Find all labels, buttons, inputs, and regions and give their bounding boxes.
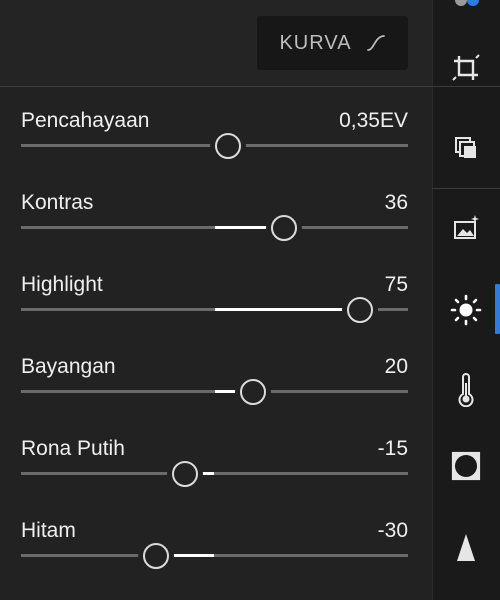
slider-row: Rona Putih -15	[0, 436, 432, 518]
slider-value: 75	[384, 273, 408, 296]
slider-label: Rona Putih	[21, 437, 125, 460]
detail-icon[interactable]	[448, 530, 484, 566]
panel-header: KURVA	[0, 0, 432, 86]
slider-value: 36	[384, 191, 408, 214]
curve-button[interactable]: KURVA	[257, 16, 408, 70]
toolbar-divider	[432, 188, 500, 189]
slider-value: -30	[377, 519, 408, 542]
light-adjustments-panel: KURVA Pencahayaan 0,35EV Kontras 36 Highligh…	[0, 0, 432, 600]
slider-track[interactable]	[21, 297, 408, 323]
slider-track[interactable]	[21, 379, 408, 405]
slider-row: Pencahayaan 0,35EV	[0, 108, 432, 190]
slider-thumb[interactable]	[271, 215, 298, 241]
curve-button-label: KURVA	[279, 31, 352, 54]
curve-icon	[366, 35, 385, 51]
slider-value: 0,35EV	[339, 109, 408, 132]
slider-track[interactable]	[21, 215, 408, 241]
toolbar-divider	[432, 86, 500, 87]
active-tool-indicator	[495, 284, 500, 334]
presets-icon[interactable]	[448, 0, 484, 18]
vignette-icon[interactable]	[448, 448, 484, 484]
slider-fill	[214, 308, 360, 311]
editor-root: KURVA Pencahayaan 0,35EV Kontras 36 Highligh…	[0, 0, 500, 600]
slider-row: Hitam -30	[0, 518, 432, 600]
auto-enhance-icon[interactable]	[448, 210, 484, 246]
slider-label: Kontras	[21, 191, 94, 214]
slider-row: Bayangan 20	[0, 354, 432, 436]
header-divider	[0, 86, 432, 87]
slider-label: Highlight	[21, 273, 103, 296]
slider-thumb[interactable]	[346, 297, 373, 323]
light-icon[interactable]	[448, 292, 484, 328]
slider-value: -15	[377, 437, 408, 460]
layers-icon[interactable]	[448, 130, 484, 166]
slider-label: Pencahayaan	[21, 109, 150, 132]
slider-track[interactable]	[21, 133, 408, 159]
slider-track[interactable]	[21, 543, 408, 569]
slider-thumb[interactable]	[215, 133, 242, 159]
slider-value: 20	[384, 355, 408, 378]
slider-label: Hitam	[21, 519, 76, 542]
slider-thumb[interactable]	[172, 461, 199, 487]
slider-row: Highlight 75	[0, 272, 432, 354]
slider-row: Kontras 36	[0, 190, 432, 272]
crop-icon[interactable]	[448, 50, 484, 86]
color-temperature-icon[interactable]	[448, 372, 484, 408]
slider-thumb[interactable]	[240, 379, 267, 405]
slider-thumb[interactable]	[143, 543, 170, 569]
slider-label: Bayangan	[21, 355, 116, 378]
slider-track[interactable]	[21, 461, 408, 487]
